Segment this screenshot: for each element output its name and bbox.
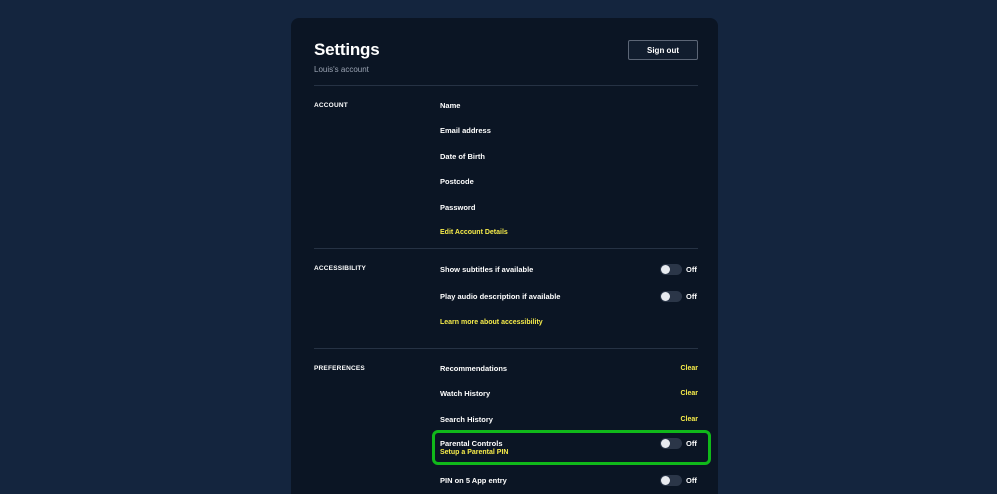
audio-description-toggle[interactable] xyxy=(660,290,682,302)
learn-accessibility-link[interactable]: Learn more about accessibility xyxy=(440,319,543,326)
recommendations-label: Recommendations xyxy=(440,363,508,373)
account-item-label: Name xyxy=(440,100,461,110)
clear-search-history-button[interactable]: Clear xyxy=(680,416,698,423)
account-section: ACCOUNT Name Email address Date of Birth… xyxy=(314,85,698,249)
pin-entry-toggle-group: Off xyxy=(660,474,698,486)
subtitles-state: Off xyxy=(686,264,697,274)
subtitles-label: Show subtitles if available xyxy=(440,264,534,274)
audio-description-toggle-group: Off xyxy=(660,290,698,302)
account-item-label: Email address xyxy=(440,125,491,135)
account-item-label: Password xyxy=(440,202,476,212)
pin-entry-setting: PIN on 5 App entry Off xyxy=(440,473,698,487)
search-history-setting: Search History Clear xyxy=(440,412,698,426)
account-item-label: Postcode xyxy=(440,176,474,186)
accessibility-section-label: ACCESSIBILITY xyxy=(314,265,367,272)
subtitles-toggle[interactable] xyxy=(660,263,682,275)
account-item-label: Date of Birth xyxy=(440,151,485,161)
sign-out-button[interactable]: Sign out xyxy=(628,40,698,60)
account-item-postcode: Postcode xyxy=(440,174,698,188)
accessibility-section: ACCESSIBILITY Show subtitles if availabl… xyxy=(314,248,698,348)
account-item-name: Name xyxy=(440,98,698,112)
edit-account-row: Edit Account Details xyxy=(440,225,698,239)
toggle-knob xyxy=(661,291,670,301)
preferences-section: PREFERENCES Recommendations Clear Watch … xyxy=(314,348,698,494)
clear-recommendations-button[interactable]: Clear xyxy=(680,365,698,372)
subtitles-toggle-group: Off xyxy=(660,263,698,275)
search-history-label: Search History xyxy=(440,414,493,424)
pin-entry-toggle[interactable] xyxy=(660,474,682,486)
watch-history-label: Watch History xyxy=(440,388,491,398)
account-item-email: Email address xyxy=(440,123,698,137)
settings-header: Settings Louis's account Sign out xyxy=(314,40,698,90)
pin-entry-label: PIN on 5 App entry xyxy=(440,475,507,485)
audio-description-setting: Play audio description if available Off xyxy=(440,289,698,303)
watch-history-setting: Watch History Clear xyxy=(440,386,698,400)
account-section-label: ACCOUNT xyxy=(314,102,348,109)
audio-description-state: Off xyxy=(686,291,697,301)
learn-accessibility-row: Learn more about accessibility xyxy=(440,315,698,329)
recommendations-setting: Recommendations Clear xyxy=(440,361,698,375)
clear-watch-history-button[interactable]: Clear xyxy=(680,390,698,397)
parental-pin-row: Setup a Parental PIN xyxy=(440,447,698,458)
toggle-knob xyxy=(661,475,670,485)
audio-description-label: Play audio description if available xyxy=(440,291,561,301)
account-item-password: Password xyxy=(440,200,698,214)
settings-panel: Settings Louis's account Sign out ACCOUN… xyxy=(291,18,718,494)
account-subtitle: Louis's account xyxy=(314,65,369,74)
toggle-knob xyxy=(661,264,670,274)
subtitles-setting: Show subtitles if available Off xyxy=(440,262,698,276)
pin-entry-state: Off xyxy=(686,475,697,485)
preferences-section-label: PREFERENCES xyxy=(314,365,365,372)
setup-parental-pin-link[interactable]: Setup a Parental PIN xyxy=(440,449,508,456)
edit-account-details-link[interactable]: Edit Account Details xyxy=(440,229,508,236)
account-item-dob: Date of Birth xyxy=(440,149,698,163)
